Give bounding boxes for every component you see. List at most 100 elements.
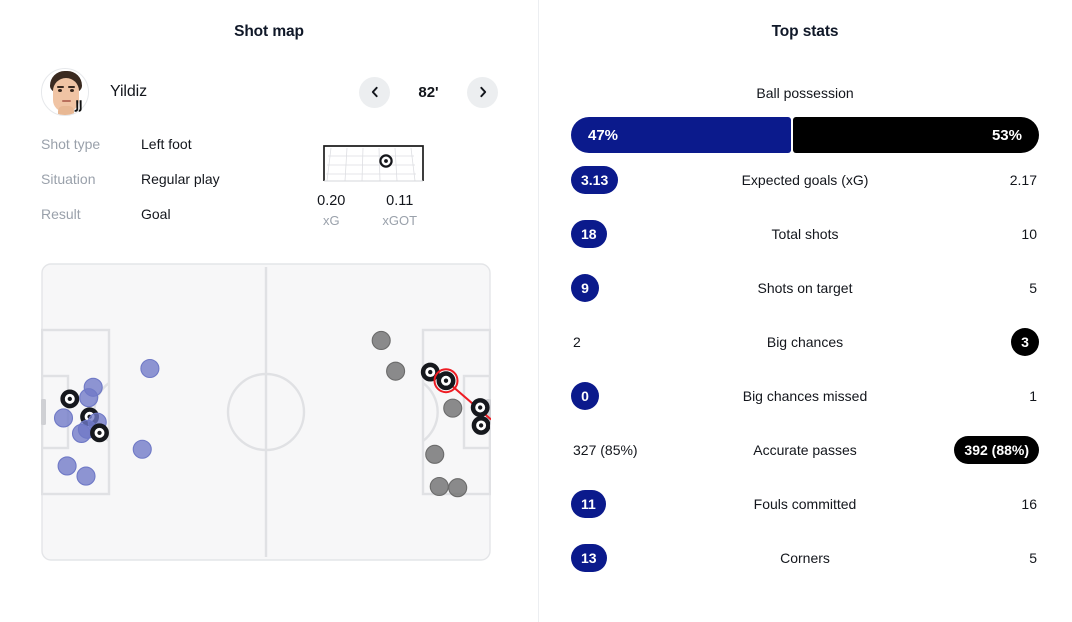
stat-row: 0 Big chances missed 1: [571, 369, 1039, 423]
stat-away-side: 5: [943, 550, 1039, 566]
stat-home-side: 18: [571, 220, 667, 248]
stat-home-value: 9: [571, 274, 599, 302]
stat-away-value: 5: [1029, 280, 1037, 296]
player-name: Yildiz: [110, 83, 148, 100]
stat-away-side: 2.17: [943, 172, 1039, 188]
shot-dot: [57, 456, 77, 476]
shot-dot: [386, 361, 406, 381]
stat-away-value: 5: [1029, 550, 1037, 566]
shot-dot: [140, 358, 160, 379]
stat-home-side: 327 (85%): [571, 442, 667, 458]
stat-row: 327 (85%) Accurate passes 392 (88%): [571, 423, 1039, 477]
stat-row: 3.13 Expected goals (xG) 2.17: [571, 153, 1039, 207]
xg-values-row: 0.20 xG 0.11 xGOT: [297, 193, 434, 228]
stat-home-value: 11: [571, 490, 606, 518]
goal-ball-icon: [471, 415, 490, 435]
shot-dot: [429, 476, 449, 497]
home-shot-marker[interactable]: [79, 388, 99, 408]
shot-dot: [443, 398, 463, 418]
stat-home-side: 11: [571, 490, 667, 518]
home-shot-marker[interactable]: [57, 456, 77, 476]
away-shot-marker[interactable]: [448, 478, 468, 498]
shot-map-and-stats-screen: Shot map Yildiz 82' Shot type Left foot …: [0, 0, 1072, 622]
stat-label: Accurate passes: [753, 442, 857, 458]
stat-away-side: 3: [943, 328, 1039, 356]
pitch-svg: [40, 263, 492, 561]
goal-ball-icon: [436, 371, 456, 391]
ball-possession-label: Ball possession: [756, 85, 854, 101]
stat-label: Corners: [780, 550, 830, 566]
detail-row-situation: Situation Regular play: [41, 171, 303, 206]
pitch-shot-map[interactable]: [40, 263, 492, 561]
chevron-left-icon: [368, 85, 382, 99]
detail-label: Result: [41, 206, 81, 222]
detail-value: Regular play: [141, 171, 220, 187]
stat-home-side: 13: [571, 544, 667, 572]
away-shot-marker[interactable]: [443, 398, 463, 418]
away-shot-marker[interactable]: [429, 476, 449, 497]
home-shot-marker[interactable]: [140, 358, 160, 379]
shot-detail-table: Shot type Left foot Situation Regular pl…: [41, 136, 303, 241]
stat-home-value: 327 (85%): [573, 442, 638, 458]
shot-map-title: Shot map: [234, 23, 304, 40]
stat-label: Total shots: [771, 226, 839, 242]
shot-dot: [53, 408, 74, 428]
previous-shot-button[interactable]: [359, 76, 390, 108]
stats-body: Ball possession 47% 53% 3.13 Expected goa…: [538, 85, 1072, 585]
stat-label: Shots on target: [757, 280, 853, 296]
detail-label: Shot type: [41, 136, 101, 152]
stat-away-value: 1: [1029, 388, 1037, 404]
stat-home-value: 3.13: [571, 166, 619, 194]
shot-placement-ball-icon: [379, 154, 393, 168]
club-badge-icon: [70, 97, 90, 117]
stat-label: Fouls committed: [753, 496, 857, 512]
away-shot-marker[interactable]: [386, 361, 406, 381]
xg-cell: 0.20 xG: [297, 193, 366, 228]
stat-away-value: 10: [1021, 226, 1037, 242]
shot-dot: [448, 478, 468, 498]
away-shot-marker[interactable]: [433, 368, 459, 394]
stat-home-side: 9: [571, 274, 667, 302]
detail-value: Left foot: [141, 136, 192, 152]
shot-detail-zone: Shot type Left foot Situation Regular pl…: [0, 136, 538, 241]
away-shot-marker[interactable]: [425, 444, 445, 464]
stat-row: 9 Shots on target 5: [571, 261, 1039, 315]
stat-label: Big chances missed: [742, 388, 868, 404]
stat-row: 18 Total shots 10: [571, 207, 1039, 261]
stat-row: 11 Fouls committed 16: [571, 477, 1039, 531]
home-shot-marker[interactable]: [53, 408, 74, 428]
xg-caption: xG: [322, 213, 340, 228]
goal-mouth-diagram: 0.20 xG 0.11 xGOT: [313, 136, 434, 241]
away-shot-marker[interactable]: [470, 398, 490, 417]
home-shot-marker[interactable]: [132, 439, 152, 459]
possession-away-segment: 53%: [793, 117, 1039, 153]
stat-home-side: 2: [571, 334, 667, 350]
stat-home-value: 13: [571, 544, 607, 572]
stat-home-value: 2: [573, 334, 581, 350]
away-shot-marker[interactable]: [471, 415, 490, 435]
stat-home-value: 18: [571, 220, 607, 248]
possession-home-segment: 47%: [571, 117, 792, 153]
ball-possession-bar: 47% 53%: [571, 117, 1039, 153]
away-shot-marker[interactable]: [371, 330, 391, 351]
xg-value: 0.20: [317, 193, 346, 209]
stat-home-side: 3.13: [571, 166, 667, 194]
stat-home-side: 0: [571, 382, 667, 410]
goal-ball-icon: [60, 389, 80, 409]
home-shot-marker[interactable]: [90, 423, 109, 443]
shot-dot: [79, 388, 99, 408]
goal-ball-icon: [470, 398, 490, 417]
home-shot-marker[interactable]: [60, 389, 80, 409]
stat-row: 2 Big chances 3: [571, 315, 1039, 369]
xgot-caption: xGOT: [382, 213, 418, 228]
avatar[interactable]: [41, 68, 89, 116]
stat-away-side: 392 (88%): [943, 436, 1039, 464]
player-header-row: Yildiz 82': [0, 66, 538, 118]
shot-dot: [371, 330, 391, 351]
goal-frame-icon: [323, 145, 424, 182]
detail-row-result: Result Goal: [41, 206, 303, 241]
home-shot-marker[interactable]: [76, 466, 96, 486]
shot-dot: [132, 439, 152, 459]
next-shot-button[interactable]: [467, 76, 498, 108]
detail-value: Goal: [141, 206, 171, 222]
